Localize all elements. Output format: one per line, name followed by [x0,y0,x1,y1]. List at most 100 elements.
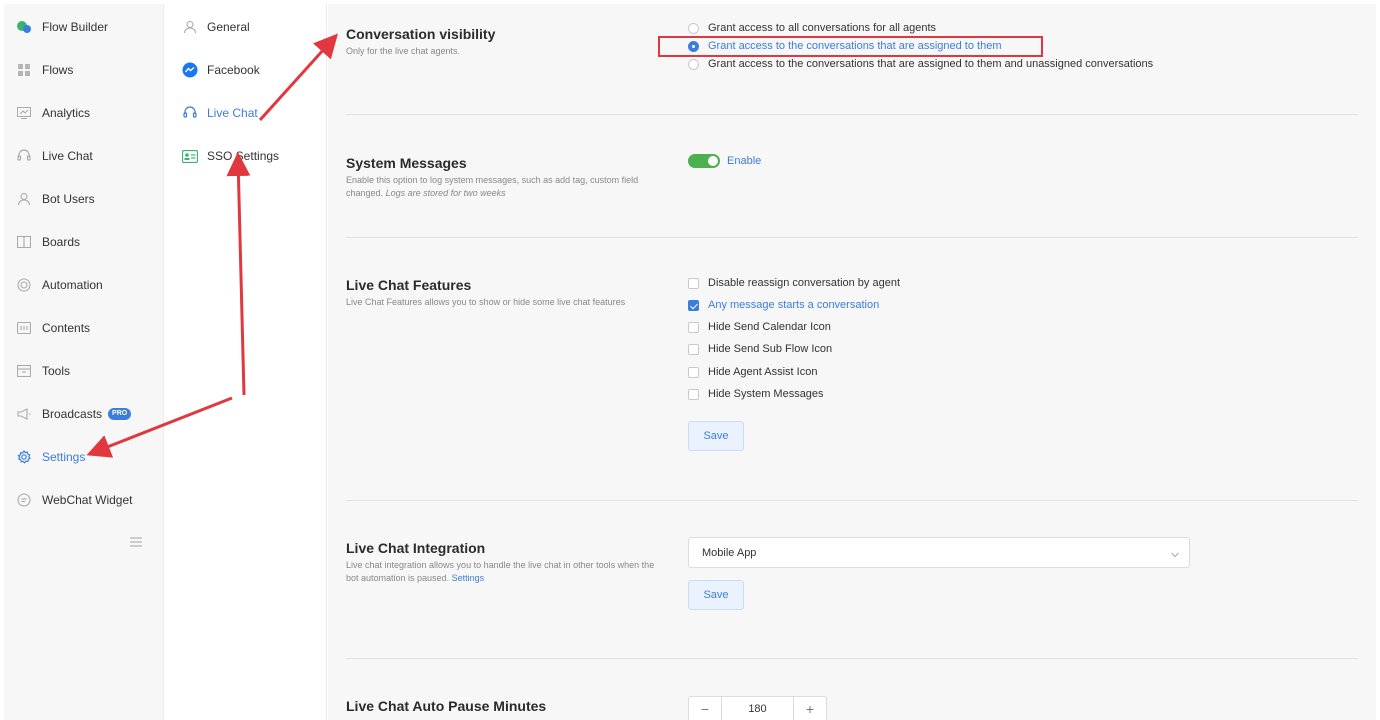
nav-item-flows[interactable]: Flows [4,55,164,85]
automation-icon [16,277,32,293]
subnav-item-label: Facebook [207,63,260,77]
tools-icon [16,363,32,379]
subnav-item-sso-settings[interactable]: SSO Settings [165,141,327,171]
feature-label: Disable reassign conversation by agent [708,277,901,289]
system-messages-toggle-label: Enable [727,155,762,167]
feature-hide-calendar-icon[interactable]: Hide Send Calendar Icon [688,318,831,336]
chat-icon [16,492,32,508]
feature-label: Hide Send Calendar Icon [708,321,831,333]
nav-item-label: Broadcasts [42,407,103,421]
subnav-item-label: Live Chat [207,106,258,120]
integration-select-value: Mobile App [702,546,757,559]
chevron-down-icon [1171,549,1179,558]
main-sidebar: Flow Builder Flows Analytics Live Chat B… [4,4,164,720]
feature-hide-system-messages[interactable]: Hide System Messages [688,385,824,403]
megaphone-icon [16,406,32,422]
user-icon [16,191,32,207]
system-messages-desc: Enable this option to log system message… [346,174,668,200]
nav-item-webchat-widget[interactable]: WebChat Widget [4,485,164,515]
conversation-visibility-desc: Only for the live chat agents. [346,46,461,56]
checkbox[interactable] [688,388,699,400]
nav-item-boards[interactable]: Boards [4,227,164,257]
conversation-visibility-title: Conversation visibility [346,26,496,42]
checkbox-checked[interactable] [688,299,699,311]
auto-pause-stepper: − 180 + [688,696,827,720]
feature-hide-sub-flow-icon[interactable]: Hide Send Sub Flow Icon [688,340,832,358]
subnav-item-facebook[interactable]: Facebook [165,55,327,85]
menu-collapse-icon[interactable] [130,534,144,547]
nav-item-broadcasts[interactable]: Broadcasts PRO [4,399,164,429]
grid-icon [16,62,32,78]
pro-badge: PRO [108,408,132,420]
contents-icon [16,320,32,336]
visibility-option-assigned-unassigned[interactable]: Grant access to the conversations that a… [688,55,1153,73]
nav-item-contents[interactable]: Contents [4,313,164,343]
visibility-option-label: Grant access to the conversations that a… [708,58,1154,70]
integration-select[interactable]: Mobile App [688,537,1190,568]
feature-label: Hide Send Sub Flow Icon [708,343,833,355]
nav-item-label: Boards [42,235,81,249]
nav-item-label: Tools [42,364,71,378]
feature-disable-reassign[interactable]: Disable reassign conversation by agent [688,274,900,292]
live-chat-integration-title: Live Chat Integration [346,540,486,556]
increment-button[interactable]: + [794,697,826,720]
subnav-item-label: SSO Settings [207,149,280,163]
nav-item-label: Live Chat [42,149,93,163]
settings-content: Conversation visibility Only for the liv… [328,4,1376,720]
subnav-item-live-chat[interactable]: Live Chat [165,98,327,128]
visibility-option-all[interactable]: Grant access to all conversations for al… [688,19,936,37]
headset-icon [181,104,199,122]
radio-button-selected[interactable] [688,40,699,52]
live-chat-features-title: Live Chat Features [346,277,472,293]
system-messages-desc-note: Logs are stored for two weeks [385,188,506,198]
nav-item-bot-users[interactable]: Bot Users [4,184,164,214]
feature-hide-agent-assist-icon[interactable]: Hide Agent Assist Icon [688,363,817,381]
integration-save-button[interactable]: Save [688,580,744,610]
decrement-button[interactable]: − [689,697,721,720]
features-save-button[interactable]: Save [688,421,744,451]
checkbox[interactable] [688,366,699,378]
feature-label: Any message starts a conversation [708,299,880,311]
nav-item-label: Settings [42,450,86,464]
checkbox[interactable] [688,277,699,289]
subnav-item-general[interactable]: General [165,12,327,42]
nav-item-label: Flows [42,63,74,77]
checkbox[interactable] [688,321,699,333]
visibility-option-assigned[interactable]: Grant access to the conversations that a… [688,37,1002,55]
radio-button[interactable] [688,22,699,34]
headset-icon [16,148,32,164]
nav-item-live-chat[interactable]: Live Chat [4,141,164,171]
nav-item-label: Flow Builder [42,20,109,34]
visibility-option-label: Grant access to all conversations for al… [708,22,937,34]
nav-item-flow-builder[interactable]: Flow Builder [4,12,164,42]
section-divider [346,114,1358,115]
live-chat-integration-desc: Live chat integration allows you to hand… [346,559,668,585]
system-messages-toggle[interactable] [688,154,720,168]
checkbox[interactable] [688,343,699,355]
feature-any-message-starts[interactable]: Any message starts a conversation [688,296,879,314]
settings-subnav: General Facebook Live Chat SSO Settings [165,4,327,720]
auto-pause-value[interactable]: 180 [721,697,794,720]
gear-icon [16,449,32,465]
radio-button[interactable] [688,58,699,70]
id-card-icon [181,147,199,165]
integration-desc-text: Live chat integration allows you to hand… [346,560,655,583]
section-divider [346,237,1358,238]
nav-item-settings[interactable]: Settings [4,442,164,472]
integration-settings-link[interactable]: Settings [452,573,485,583]
subnav-item-label: General [207,20,250,34]
analytics-icon [16,105,32,121]
nav-item-analytics[interactable]: Analytics [4,98,164,128]
nav-item-label: Analytics [42,106,91,120]
auto-pause-title: Live Chat Auto Pause Minutes [346,698,547,714]
nav-item-label: Automation [42,278,103,292]
nav-item-label: Contents [42,321,91,335]
section-divider [346,500,1358,501]
nav-item-automation[interactable]: Automation [4,270,164,300]
flow-builder-icon [16,19,32,35]
feature-label: Hide System Messages [708,388,824,400]
nav-item-tools[interactable]: Tools [4,356,164,386]
visibility-option-label: Grant access to the conversations that a… [708,40,1002,52]
user-icon [181,18,199,36]
messenger-icon [181,61,199,79]
